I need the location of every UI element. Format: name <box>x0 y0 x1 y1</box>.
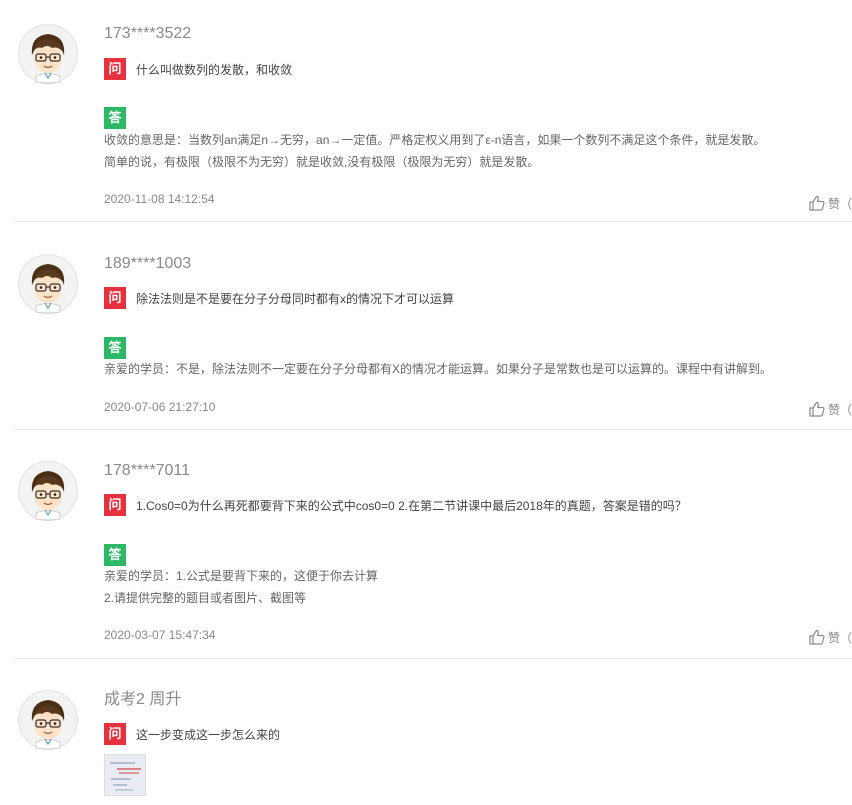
comment-item: 173****3522 问什么叫做数列的发散，和收敛 答 收敛的意思是：当数列a… <box>14 24 852 222</box>
answer-text-line: 2.请提供完整的题目或者图片、截图等 <box>104 591 307 605</box>
comment-item: 178****7011 问 1.Cos0=0为什么再死都要背下来的公式中cos0=… <box>14 461 852 659</box>
comment-item: 成考2 周升 问这一步变成这一步怎么来的 <box>14 690 852 805</box>
thumbs-up-icon <box>808 194 826 212</box>
question-text: 这一步变成这一步怎么来的 <box>136 727 281 742</box>
question-image-thumbnail[interactable] <box>104 754 146 796</box>
comment-date: 2020-03-07 15:47:34 <box>104 628 216 642</box>
question-badge: 问 <box>104 723 126 745</box>
answer-text-line: 简单的说，有极限（极限不为无穷）就是收敛,没有极限（极限为无穷）就是发散。 <box>104 155 540 169</box>
answer-badge-row: 答 <box>104 337 126 359</box>
thumbs-up-icon <box>808 628 826 646</box>
like-button[interactable]: 赞（ <box>808 400 852 418</box>
question-row: 问 1.Cos0=0为什么再死都要背下来的公式中cos0=0 2.在第二节讲课中最… <box>104 494 687 516</box>
like-label: 赞（ <box>827 402 852 417</box>
answer-badge: 答 <box>104 544 126 566</box>
question-text: 1.Cos0=0为什么再死都要背下来的公式中cos0=0 2.在第二节讲课中最后… <box>136 498 687 513</box>
answer-badge-row: 答 <box>104 107 126 129</box>
question-row: 问除法法则是不是要在分子分母同时都有x的情况下才可以运算 <box>104 287 454 309</box>
like-button[interactable]: 赞（ <box>808 628 852 646</box>
answer-badge: 答 <box>104 337 126 359</box>
user-avatar <box>18 24 78 84</box>
comment-date: 2020-11-08 14:12:54 <box>104 192 215 206</box>
like-label: 赞（ <box>827 196 852 211</box>
user-avatar <box>18 690 78 750</box>
question-text: 什么叫做数列的发散，和收敛 <box>136 62 293 77</box>
username: 成考2 周升 <box>104 691 182 708</box>
answer-badge: 答 <box>104 107 126 129</box>
question-text: 除法法则是不是要在分子分母同时都有x的情况下才可以运算 <box>136 291 455 306</box>
thumbs-up-icon <box>808 400 826 418</box>
question-badge: 问 <box>104 58 126 80</box>
username: 189****1003 <box>104 255 192 272</box>
username: 178****7011 <box>104 462 191 479</box>
question-row: 问这一步变成这一步怎么来的 <box>104 723 280 745</box>
question-badge: 问 <box>104 287 126 309</box>
user-avatar <box>18 461 78 521</box>
answer-text-line: 收敛的意思是：当数列an满足n→无穷，an→一定值。严格定权义用到了ε-n语言，… <box>104 133 766 147</box>
username: 173****3522 <box>104 25 192 42</box>
answer-text-line: 亲爱的学员：1.公式是要背下来的，这便于你去计算 <box>104 569 379 583</box>
answer-text-line: 亲爱的学员：不是，除法法则不一定要在分子分母都有X的情况才能运算。如果分子是常数… <box>104 362 773 376</box>
question-badge: 问 <box>104 494 126 516</box>
comment-date: 2020-07-06 21:27:10 <box>104 400 216 414</box>
question-row: 问什么叫做数列的发散，和收敛 <box>104 58 292 80</box>
comment-item: 189****1003 问除法法则是不是要在分子分母同时都有x的情况下才可以运算… <box>14 254 852 430</box>
user-avatar <box>18 254 78 314</box>
answer-badge-row: 答 <box>104 544 126 566</box>
like-label: 赞（ <box>827 630 852 645</box>
like-button[interactable]: 赞（ <box>808 194 852 212</box>
